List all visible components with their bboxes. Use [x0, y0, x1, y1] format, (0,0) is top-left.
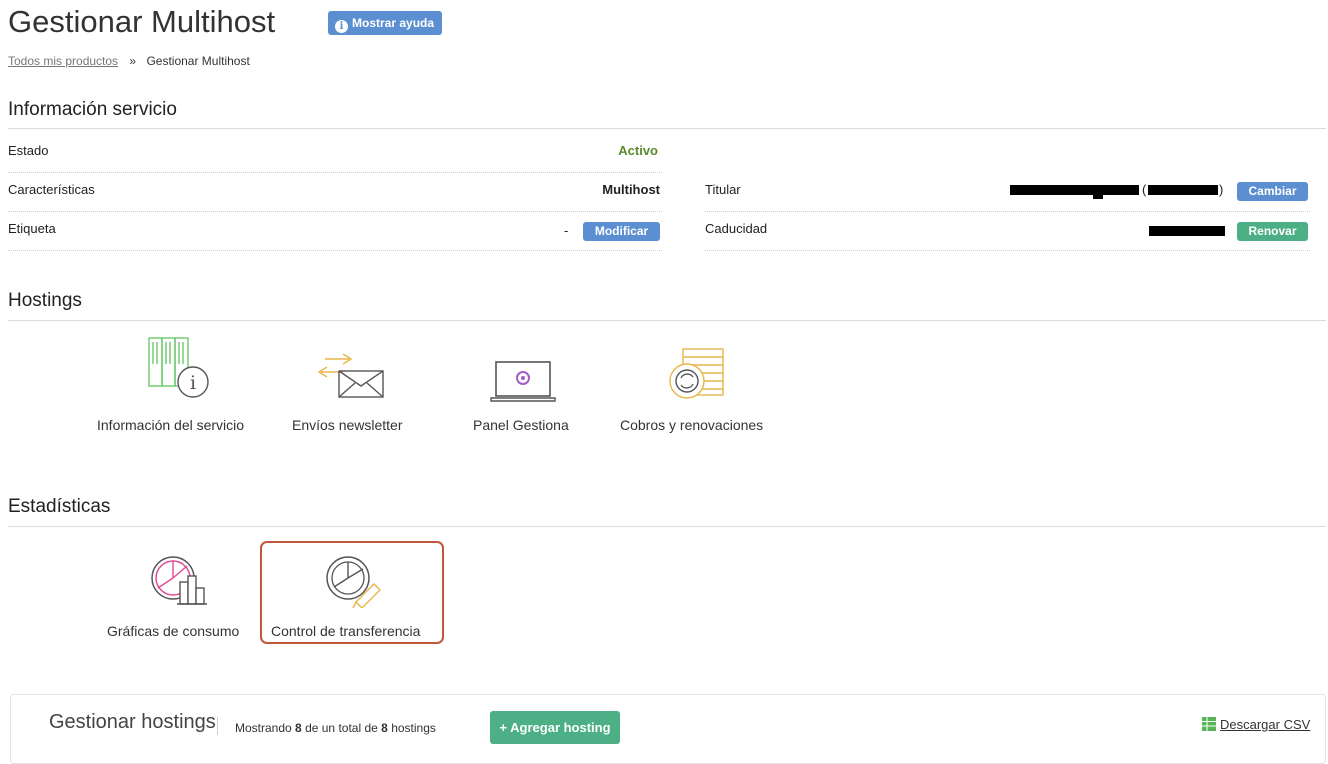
titular-paren-close: )	[1219, 182, 1224, 197]
breadcrumb-root-link[interactable]: Todos mis productos	[8, 54, 118, 68]
info-row-caracteristicas: Características Multihost	[8, 173, 662, 212]
etiqueta-value: -	[564, 223, 569, 238]
titular-label: Titular	[705, 182, 741, 197]
breadcrumb-current: Gestionar Multihost	[146, 54, 250, 68]
pie-bar-chart-icon	[151, 556, 207, 605]
envelope-send-icon	[317, 353, 384, 398]
manage-hostings-count: Mostrando 8 de un total de 8 hostings	[235, 721, 436, 735]
breadcrumb-separator: »	[129, 54, 137, 68]
titular-redacted-name	[1010, 185, 1139, 195]
manage-hostings-title: Gestionar hostings	[49, 711, 216, 733]
estado-value: Activo	[618, 143, 658, 158]
breadcrumb: Todos mis productos » Gestionar Multihos…	[8, 54, 250, 68]
count-total: 8	[381, 721, 388, 735]
tile-usage-charts[interactable]: Gráficas de consumo	[104, 542, 254, 642]
tile-service-info[interactable]: i Información del servicio	[95, 333, 263, 438]
count-prefix: Mostrando	[235, 721, 292, 735]
spreadsheet-icon	[1202, 717, 1216, 731]
show-help-label: Mostrar ayuda	[352, 16, 435, 30]
tile-billing-label: Cobros y renovaciones	[620, 417, 764, 433]
stats-section-divider	[8, 526, 1326, 527]
show-help-button[interactable]: i Mostrar ayuda	[328, 11, 443, 35]
tile-panel-gestiona-label: Panel Gestiona	[473, 417, 569, 433]
hostings-section-divider	[8, 320, 1326, 321]
info-row-estado: Estado Activo	[8, 134, 662, 173]
etiqueta-label: Etiqueta	[8, 221, 56, 236]
download-csv-link[interactable]: Descargar CSV	[1201, 716, 1310, 732]
add-hosting-button[interactable]: + Agregar hosting	[490, 711, 620, 744]
titular-redacted-mark	[1093, 193, 1103, 199]
manage-hostings-divider	[217, 717, 218, 735]
svg-text:i: i	[190, 372, 196, 394]
info-section-divider	[8, 128, 1326, 129]
info-icon: i	[335, 20, 348, 33]
tile-usage-charts-label: Gráficas de consumo	[107, 623, 240, 639]
count-suffix: hostings	[391, 721, 436, 735]
count-shown: 8	[295, 721, 302, 735]
caracteristicas-value: Multihost	[602, 182, 660, 197]
renew-button[interactable]: Renovar	[1237, 222, 1308, 241]
tile-transfer-control[interactable]: Control de transferencia	[260, 541, 444, 644]
server-info-icon: i	[148, 337, 209, 398]
hostings-section-title: Hostings	[8, 290, 82, 311]
titular-paren-open: (	[1142, 182, 1147, 197]
caducidad-label: Caducidad	[705, 221, 768, 236]
estado-label: Estado	[8, 143, 49, 158]
modify-label-button[interactable]: Modificar	[583, 222, 660, 241]
change-holder-button[interactable]: Cambiar	[1237, 182, 1308, 201]
manage-hostings-panel: Gestionar hostings Mostrando 8 de un tot…	[10, 694, 1326, 764]
info-row-etiqueta: Etiqueta - Modificar	[8, 212, 662, 251]
tile-newsletter[interactable]: Envíos newsletter	[290, 333, 415, 438]
tile-newsletter-label: Envíos newsletter	[292, 417, 403, 433]
tile-service-info-label: Información del servicio	[97, 417, 245, 433]
count-mid: de un total de	[305, 721, 378, 735]
info-row-caducidad: Caducidad Renovar	[705, 212, 1310, 251]
info-row-titular: Titular ( ) Cambiar	[705, 173, 1310, 212]
download-csv-label[interactable]: Descargar CSV	[1220, 717, 1310, 732]
laptop-panel-icon	[490, 361, 556, 402]
info-section-title: Información servicio	[8, 99, 177, 120]
stats-section-title: Estadísticas	[8, 496, 111, 517]
tile-transfer-control-label: Control de transferencia	[271, 623, 421, 639]
caracteristicas-label: Características	[8, 182, 95, 197]
tile-billing[interactable]: Cobros y renovaciones	[619, 333, 779, 438]
pie-chart-edit-icon	[326, 556, 381, 608]
titular-redacted-id	[1148, 185, 1218, 195]
tile-panel-gestiona[interactable]: Panel Gestiona	[465, 333, 585, 438]
caducidad-redacted-date	[1149, 226, 1225, 236]
page-title: Gestionar Multihost	[8, 4, 276, 39]
billing-coins-icon	[669, 348, 724, 399]
